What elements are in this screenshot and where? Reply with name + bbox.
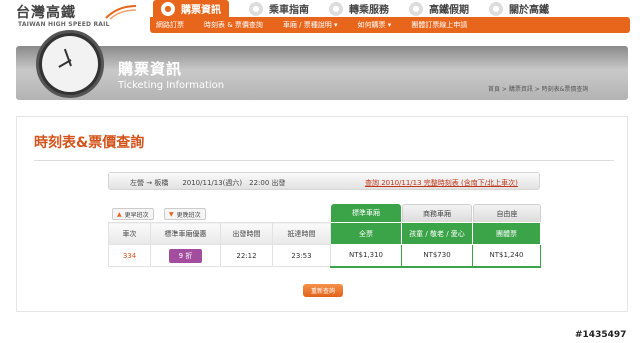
tab-standard-car[interactable]: 標準車廂: [331, 204, 401, 222]
discount-cell: 9 折: [150, 244, 221, 267]
main-nav-label: 轉乘服務: [349, 5, 389, 16]
col-header: 車次: [108, 222, 151, 245]
banner-title: 購票資訊: [118, 60, 183, 78]
logo-swoosh-icon: [105, 5, 137, 20]
main-nav-label: 關於高鐵: [509, 5, 549, 16]
main-nav: ● 購票資訊 ● 乘車指南 ● 轉乘服務 ● 高鐵假期 ● 關於高鐵: [153, 0, 569, 17]
arrive-time: 23:53: [272, 244, 331, 267]
fare-full: NT$1,310: [330, 244, 402, 268]
full-timetable-link[interactable]: 查詢 2010/11/13 完整時刻表 (含南下/北上車次): [365, 178, 518, 188]
main-nav-transfer[interactable]: ● 轉乘服務: [329, 0, 389, 17]
discount-badge: 9 折: [168, 248, 203, 263]
depart-time: 22:12: [220, 244, 273, 267]
ticket-icon: ●: [161, 1, 175, 16]
info-icon: ●: [489, 1, 503, 16]
col-header: 出發時間: [220, 222, 273, 245]
tab-business-car[interactable]: 商務車廂: [402, 204, 472, 222]
col-header: 全票: [330, 222, 402, 245]
sub-nav-how-to-buy[interactable]: 如何購票 ▾: [357, 20, 391, 30]
logo-english: TAIWAN HIGH SPEED RAIL: [18, 21, 110, 28]
sub-nav-timetable[interactable]: 時刻表 & 票價查詢: [204, 20, 263, 30]
breadcrumb[interactable]: 首頁 > 購票資訊 > 時刻表&票價查詢: [488, 84, 588, 93]
main-nav-guide[interactable]: ● 乘車指南: [249, 0, 309, 17]
main-nav-ticketing[interactable]: ● 購票資訊: [153, 0, 229, 17]
main-nav-label: 高鐵假期: [429, 5, 469, 16]
fare-group: NT$1,240: [472, 244, 541, 268]
main-nav-holiday[interactable]: ● 高鐵假期: [409, 0, 469, 17]
guide-icon: ●: [249, 1, 263, 16]
results-table: 車次 標準車廂優惠 出發時間 抵達時間 全票 孩童 / 敬老 / 愛心 團體票 …: [108, 222, 541, 268]
later-label: 更晚班次: [176, 211, 201, 219]
main-nav-label: 乘車指南: [269, 5, 309, 16]
col-header: 標準車廂優惠: [150, 222, 221, 245]
watermark-text: #1435497: [575, 330, 627, 340]
down-arrow-icon: ▼: [169, 210, 174, 218]
earlier-trains-button[interactable]: ▲ 更早班次: [112, 208, 154, 220]
route-summary: 左營 → 板橋 2010/11/13(週六) 22:00 出發: [130, 179, 286, 187]
requery-button[interactable]: 重新查詢: [303, 284, 343, 297]
main-nav-label: 購票資訊: [181, 5, 221, 16]
main-nav-about[interactable]: ● 關於高鐵: [489, 0, 549, 17]
col-header: 團體票: [472, 222, 541, 245]
site-header: 台灣高鐵 TAIWAN HIGH SPEED RAIL ● 購票資訊 ● 乘車指…: [0, 0, 640, 36]
sub-nav-group-booking[interactable]: 團體訂票線上申請: [411, 20, 467, 30]
banner-subtitle: Ticketing Information: [118, 80, 225, 91]
page-title: 時刻表&票價查詢: [34, 135, 145, 151]
divider: [34, 160, 614, 161]
tab-non-reserved[interactable]: 自由座: [473, 204, 541, 222]
up-arrow-icon: ▲: [117, 210, 122, 218]
earlier-label: 更早班次: [124, 211, 149, 219]
sub-nav: 網路訂票 時刻表 & 票價查詢 車廂 / 票種說明 ▾ 如何購票 ▾ 團體訂票線…: [150, 17, 630, 33]
table-row[interactable]: 334 9 折 22:12 23:53 NT$1,310 NT$730 NT$1…: [108, 244, 541, 268]
sub-nav-online-booking[interactable]: 網路訂票: [156, 20, 184, 30]
fare-concession: NT$730: [401, 244, 473, 268]
table-header-row: 車次 標準車廂優惠 出發時間 抵達時間 全票 孩童 / 敬老 / 愛心 團體票: [108, 222, 541, 245]
logo-chinese: 台灣高鐵: [16, 5, 76, 21]
train-number[interactable]: 334: [108, 244, 151, 267]
holiday-icon: ●: [409, 1, 423, 16]
col-header: 孩童 / 敬老 / 愛心: [401, 222, 473, 245]
transfer-icon: ●: [329, 1, 343, 16]
sub-nav-car-types[interactable]: 車廂 / 票種說明 ▾: [283, 20, 338, 30]
later-trains-button[interactable]: ▼ 更晚班次: [164, 208, 206, 220]
col-header: 抵達時間: [272, 222, 331, 245]
thsr-logo[interactable]: 台灣高鐵 TAIWAN HIGH SPEED RAIL: [8, 2, 138, 32]
